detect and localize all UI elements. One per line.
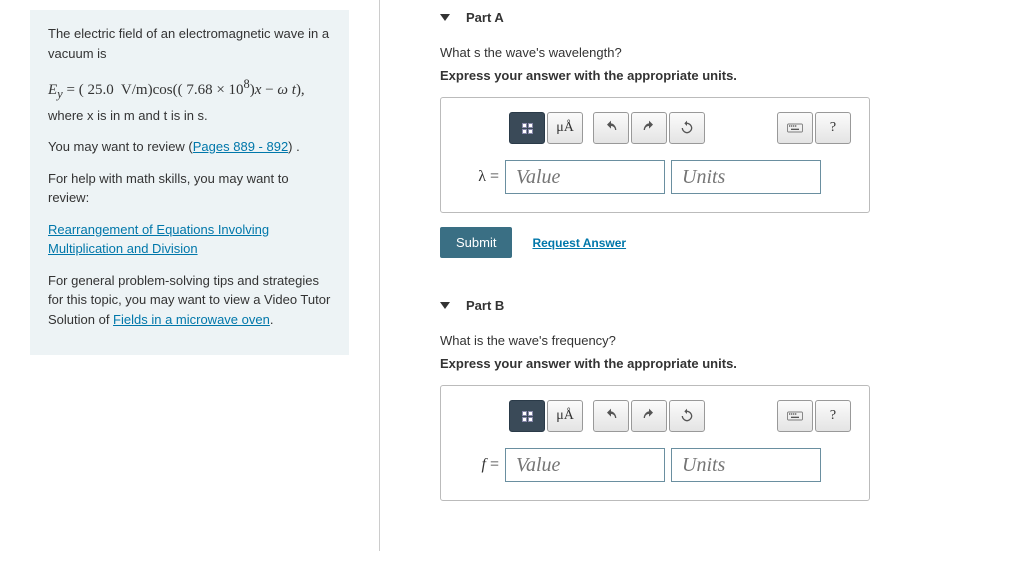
- caret-down-icon: [440, 302, 450, 309]
- part-a: Part A What s the wave's wavelength? Exp…: [440, 10, 984, 258]
- formula: Ey = ( 25.0 V/m)cos(( 7.68 × 108)x − ω t…: [48, 75, 331, 104]
- reset-button[interactable]: [669, 400, 705, 432]
- redo-icon: [641, 120, 657, 136]
- part-b-units-input[interactable]: [671, 448, 821, 482]
- intro-text-2: where x is in m and t is in s.: [48, 106, 331, 126]
- units-button[interactable]: μÅ: [547, 400, 583, 432]
- pages-link[interactable]: Pages 889 - 892: [193, 139, 288, 154]
- lambda-label: λ =: [459, 168, 499, 186]
- redo-button[interactable]: [631, 112, 667, 144]
- reset-icon: [679, 120, 695, 136]
- templates-button[interactable]: [509, 400, 545, 432]
- keyboard-icon: [787, 120, 803, 136]
- undo-icon: [603, 120, 619, 136]
- part-b-answer-panel: μÅ ? f =: [440, 385, 870, 501]
- keyboard-icon: [787, 408, 803, 424]
- part-a-answer-panel: μÅ ? λ =: [440, 97, 870, 213]
- undo-button[interactable]: [593, 400, 629, 432]
- undo-icon: [603, 408, 619, 424]
- part-a-instruction: Express your answer with the appropriate…: [440, 68, 984, 83]
- part-a-title: Part A: [466, 10, 504, 25]
- templates-button[interactable]: [509, 112, 545, 144]
- part-b-value-input[interactable]: [505, 448, 665, 482]
- undo-button[interactable]: [593, 112, 629, 144]
- part-a-submit-row: Submit Request Answer: [440, 227, 984, 258]
- problem-info-box: The electric field of an electromagnetic…: [30, 10, 349, 355]
- tutor-link[interactable]: Fields in a microwave oven: [113, 312, 270, 327]
- review-line: You may want to review (Pages 889 - 892)…: [48, 137, 331, 157]
- part-a-question: What s the wave's wavelength?: [440, 45, 984, 60]
- redo-button[interactable]: [631, 400, 667, 432]
- caret-down-icon: [440, 14, 450, 21]
- redo-icon: [641, 408, 657, 424]
- units-button[interactable]: μÅ: [547, 112, 583, 144]
- part-b-toolbar: μÅ ?: [459, 400, 851, 432]
- f-label: f =: [459, 456, 499, 474]
- request-answer-link[interactable]: Request Answer: [532, 236, 626, 250]
- part-a-value-input[interactable]: [505, 160, 665, 194]
- submit-button[interactable]: Submit: [440, 227, 512, 258]
- reset-button[interactable]: [669, 112, 705, 144]
- part-a-toolbar: μÅ ?: [459, 112, 851, 144]
- math-help-text: For help with math skills, you may want …: [48, 169, 331, 208]
- tutor-line: For general problem-solving tips and str…: [48, 271, 331, 330]
- part-b-instruction: Express your answer with the appropriate…: [440, 356, 984, 371]
- intro-text-1: The electric field of an electromagnetic…: [48, 24, 331, 63]
- part-a-header[interactable]: Part A: [440, 10, 984, 25]
- part-a-input-row: λ =: [459, 160, 851, 194]
- problem-sidebar: The electric field of an electromagnetic…: [0, 0, 380, 551]
- help-button[interactable]: ?: [815, 400, 851, 432]
- part-b-input-row: f =: [459, 448, 851, 482]
- answer-area: Part A What s the wave's wavelength? Exp…: [380, 0, 1024, 551]
- rearrangement-link[interactable]: Rearrangement of Equations Involving Mul…: [48, 222, 269, 257]
- part-b-title: Part B: [466, 298, 504, 313]
- help-button[interactable]: ?: [815, 112, 851, 144]
- keyboard-button[interactable]: [777, 400, 813, 432]
- part-b: Part B What is the wave's frequency? Exp…: [440, 298, 984, 501]
- part-b-header[interactable]: Part B: [440, 298, 984, 313]
- reset-icon: [679, 408, 695, 424]
- part-a-units-input[interactable]: [671, 160, 821, 194]
- keyboard-button[interactable]: [777, 112, 813, 144]
- part-b-question: What is the wave's frequency?: [440, 333, 984, 348]
